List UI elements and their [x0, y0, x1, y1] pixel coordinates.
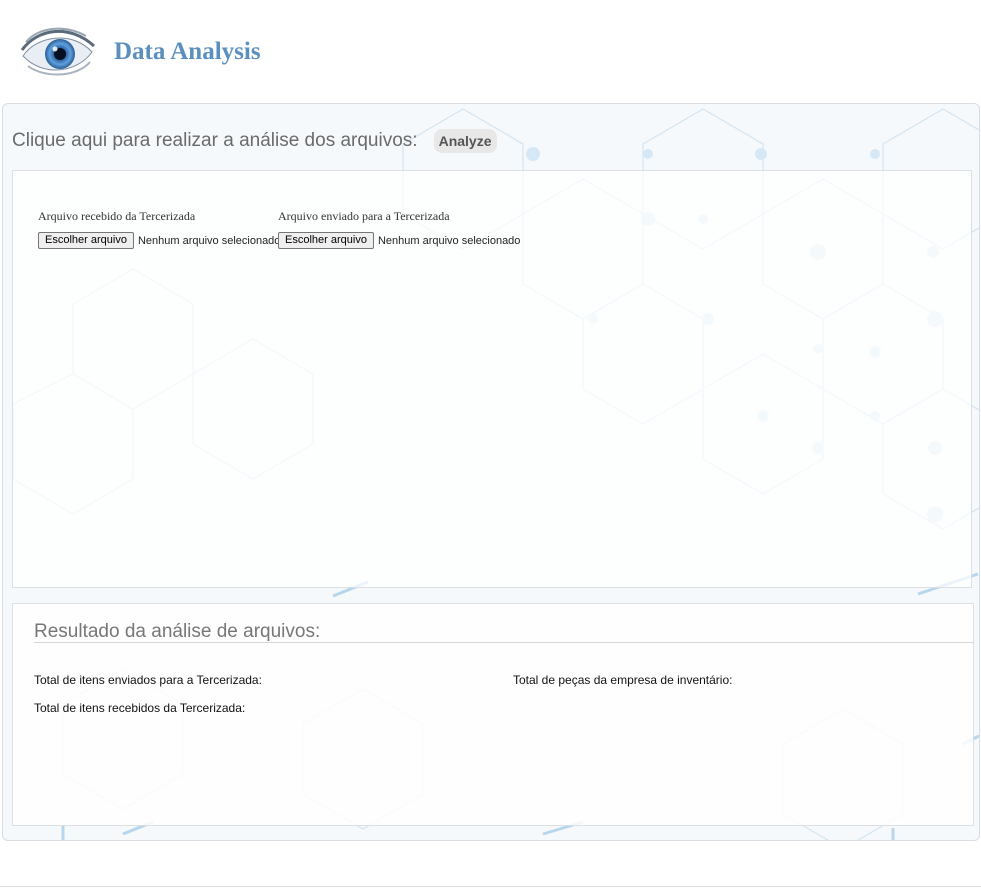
sent-file-status: Nenhum arquivo selecionado: [377, 234, 521, 247]
total-sent-label: Total de itens enviados para a Terceriza…: [34, 673, 262, 687]
received-file-label: Arquivo recebido da Tercerizada: [38, 209, 196, 223]
choose-received-file-button[interactable]: Escolher arquivo: [38, 232, 134, 249]
analyze-prompt: Clique aqui para realizar a análise dos …: [12, 130, 418, 151]
file-upload-sent: Arquivo enviado para a Tercerizada Escol…: [278, 209, 520, 249]
results-title: Resultado da análise de arquivos:: [34, 621, 321, 642]
sent-file-label: Arquivo enviado para a Tercerizada: [278, 209, 450, 223]
sent-file-input[interactable]: Escolher arquivo Nenhum arquivo selecion…: [278, 232, 520, 249]
total-received-label: Total de itens recebidos da Tercerizada:: [34, 701, 246, 715]
analyze-button[interactable]: Analyze: [433, 129, 497, 153]
results-panel: Resultado da análise de arquivos: Total …: [12, 603, 974, 826]
app-title: Data Analysis: [114, 38, 261, 65]
received-file-status: Nenhum arquivo selecionado: [137, 234, 281, 247]
footer-divider: [0, 886, 981, 887]
results-divider: [34, 642, 973, 643]
page-header: Data Analysis: [0, 0, 981, 100]
total-inventory-label: Total de peças da empresa de inventário:: [513, 673, 733, 687]
received-file-input[interactable]: Escolher arquivo Nenhum arquivo selecion…: [38, 232, 280, 249]
eye-logo-icon: [20, 27, 96, 76]
analyze-row: Clique aqui para realizar a análise dos …: [12, 128, 497, 154]
analysis-panel: Clique aqui para realizar a análise dos …: [2, 103, 980, 841]
file-upload-received: Arquivo recebido da Tercerizada Escolher…: [38, 209, 280, 249]
choose-sent-file-button[interactable]: Escolher arquivo: [278, 232, 374, 249]
file-upload-area: Arquivo recebido da Tercerizada Escolher…: [12, 170, 972, 588]
